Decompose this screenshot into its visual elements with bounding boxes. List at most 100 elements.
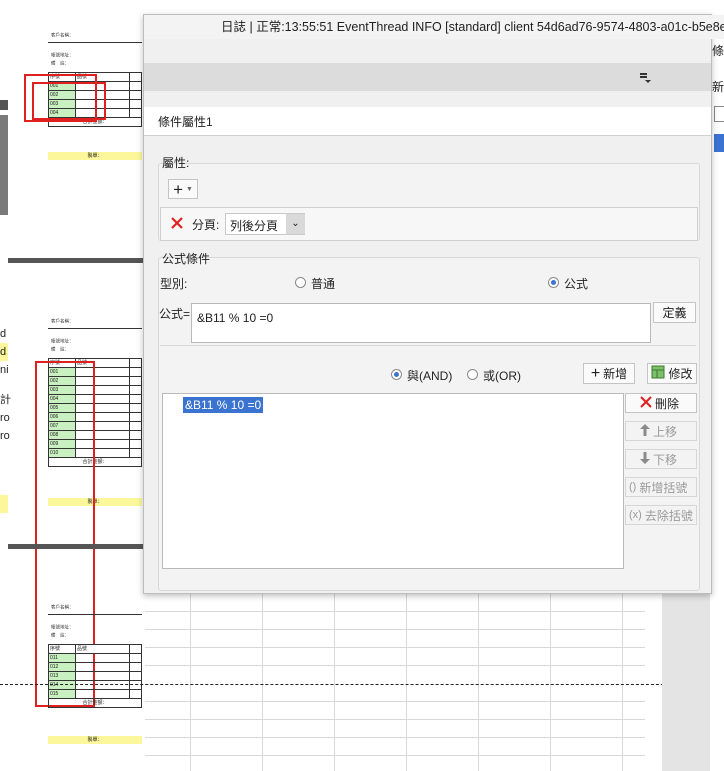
maker-bar: 製單： <box>48 736 142 744</box>
remove-property-icon[interactable] <box>170 216 184 230</box>
account-label: 帳號地址： <box>51 338 74 345</box>
dropdown-menu-icon[interactable] <box>638 70 652 84</box>
right-tab-label[interactable]: 條 <box>712 42 724 59</box>
move-down-label: 下移 <box>653 452 678 467</box>
report-page-3: 客戶名稱： 帳號地址： 備 註： 序號 品號 011 012 013 014 01… <box>48 604 143 754</box>
dialog-title: 條件屬性1 <box>158 115 213 129</box>
right-tab-label[interactable]: 新 <box>712 78 724 95</box>
account-label: 帳號地址： <box>51 52 74 59</box>
spreadsheet-grid[interactable] <box>145 593 645 771</box>
remark-label: 備 註： <box>51 60 70 67</box>
table-row: 014 <box>48 680 143 690</box>
side-letter: ni <box>0 364 9 376</box>
add-parentheses-button[interactable]: () 新增括號 <box>625 477 697 497</box>
move-up-button[interactable]: 上移 <box>625 421 697 441</box>
edit-grid-icon <box>651 365 665 382</box>
remark-label: 備 註： <box>51 346 70 353</box>
report-table: 序號 品號 011 012 013 014 015 合計金額： <box>48 644 143 708</box>
add-parentheses-label: 新增括號 <box>639 480 688 495</box>
add-condition-button[interactable]: + 新增 <box>583 363 635 384</box>
remark-label: 備 註： <box>51 632 70 639</box>
row-code: 011 <box>48 653 76 663</box>
remove-parentheses-label: 去除括號 <box>644 508 693 523</box>
table-row: 015 <box>48 689 143 699</box>
table-row: 013 <box>48 671 143 681</box>
customer-label: 客戶名稱： <box>51 318 74 325</box>
dialog-header: 條件屬性1 <box>144 107 711 136</box>
side-letter: 計 <box>0 394 11 406</box>
side-text-column: d d ni 計 ro ro <box>0 325 11 445</box>
toolbar-strip <box>144 63 711 91</box>
row-code: 015 <box>48 689 76 699</box>
maker-bar: 製單： <box>48 152 142 160</box>
table-total-row: 合計金額： <box>48 698 142 708</box>
row-code: 014 <box>48 680 76 690</box>
plus-dropdown-icon: + <box>173 179 183 199</box>
logic-and-radio[interactable] <box>391 369 402 380</box>
type-normal-label[interactable]: 普通 <box>311 275 335 292</box>
define-button[interactable]: 定義 <box>653 302 696 323</box>
formula-label: 公式= <box>159 307 191 321</box>
page-break-line <box>0 684 724 685</box>
side-letter: ro <box>0 412 10 424</box>
arrow-down-icon <box>640 451 650 467</box>
row-code: 013 <box>48 671 76 681</box>
type-label: 型別: <box>160 277 188 291</box>
page-break-row: 分頁: 列後分頁 ⌄ <box>160 207 698 241</box>
selected-indicator <box>714 134 724 152</box>
account-label: 帳號地址： <box>51 624 74 631</box>
col-seq: 序號 <box>48 644 76 654</box>
modify-condition-button[interactable]: 修改 <box>647 363 697 384</box>
table-row: 012 <box>48 662 143 672</box>
formula-legend: 公式條件 <box>162 252 211 266</box>
left-divider <box>0 100 8 110</box>
customer-label: 客戶名稱： <box>51 32 74 39</box>
logic-or-radio[interactable] <box>467 369 478 380</box>
page-separator <box>8 258 145 263</box>
checkbox[interactable] <box>714 106 724 122</box>
logic-and-label[interactable]: 與(AND) <box>407 367 452 384</box>
logic-or-label[interactable]: 或(OR) <box>483 367 521 384</box>
log-title-bar: 日誌 | 正常:13:55:51 EventThread INFO [stand… <box>144 15 724 39</box>
table-header-row: 序號 品號 <box>48 644 143 654</box>
formula-input[interactable]: &B11 % 10 =0 <box>191 303 651 343</box>
side-letter: ro <box>0 430 10 442</box>
condition-properties-dialog: 日誌 | 正常:13:55:51 EventThread INFO [stand… <box>143 14 724 594</box>
left-divider <box>0 115 8 215</box>
row-code: 012 <box>48 662 76 672</box>
page-break-value: 列後分頁 <box>230 219 279 233</box>
report-preview-area: 客戶名稱： 帳號地址： 備 註： 序號 品號 001 002 003 004 合計… <box>0 0 145 771</box>
move-down-button[interactable]: 下移 <box>625 449 697 469</box>
conditions-list[interactable]: &B11 % 10 =0 <box>162 393 624 569</box>
page-break-select[interactable]: 列後分頁 ⌄ <box>225 213 305 235</box>
properties-legend: 屬性: <box>162 156 190 170</box>
remove-parentheses-button[interactable]: (x) 去除括號 <box>625 505 697 525</box>
modify-condition-label: 修改 <box>668 367 693 381</box>
customer-label: 客戶名稱： <box>51 604 74 611</box>
left-highlight <box>0 495 8 513</box>
red-x-icon <box>640 395 652 411</box>
col-item: 品號 <box>75 644 130 654</box>
left-divider <box>0 38 8 62</box>
formula-value: &B11 % 10 =0 <box>197 311 274 325</box>
page-break-label: 分頁: <box>192 218 220 232</box>
selection-box <box>32 82 106 120</box>
type-normal-radio[interactable] <box>295 277 306 288</box>
remove-parentheses-icon: (x) <box>629 509 642 521</box>
type-formula-label[interactable]: 公式 <box>564 275 588 292</box>
add-property-button[interactable]: + ▼ <box>168 179 198 199</box>
section-divider <box>160 345 696 346</box>
add-condition-label: 新增 <box>603 367 628 381</box>
table-row: 011 <box>48 653 143 663</box>
side-letter: d <box>0 343 8 361</box>
right-panel-edge: 條 新 <box>710 38 724 771</box>
move-up-label: 上移 <box>653 424 678 439</box>
delete-label: 刪除 <box>655 396 680 411</box>
delete-button[interactable]: 刪除 <box>625 393 697 413</box>
log-title-text: 日誌 | 正常:13:55:51 EventThread INFO [stand… <box>221 20 724 34</box>
condition-item[interactable]: &B11 % 10 =0 <box>183 397 264 413</box>
parentheses-icon: () <box>629 481 637 493</box>
chevron-down-icon: ⌄ <box>286 214 305 234</box>
type-formula-radio[interactable] <box>548 277 559 288</box>
total-label: 合計金額： <box>48 698 142 708</box>
